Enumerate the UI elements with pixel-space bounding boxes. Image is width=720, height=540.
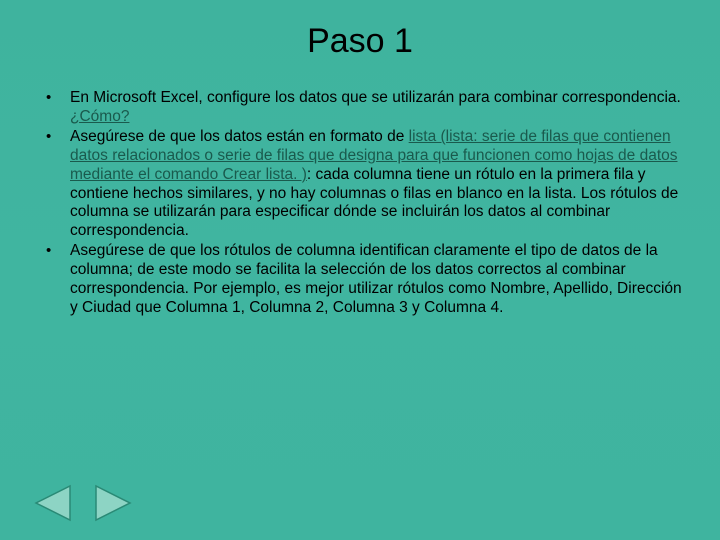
list-item: Asegúrese de que los rótulos de columna … bbox=[38, 242, 682, 318]
arrow-left-icon bbox=[30, 480, 76, 526]
next-arrow-button[interactable] bbox=[90, 480, 136, 526]
bullet-text: En Microsoft Excel, configure los datos … bbox=[70, 89, 681, 106]
slide-title: Paso 1 bbox=[0, 0, 720, 89]
list-item: Asegúrese de que los datos están en form… bbox=[38, 128, 682, 241]
slide-content: En Microsoft Excel, configure los datos … bbox=[0, 89, 720, 318]
prev-arrow-button[interactable] bbox=[30, 480, 76, 526]
how-link[interactable]: ¿Cómo? bbox=[70, 108, 129, 125]
arrow-right-icon bbox=[90, 480, 136, 526]
nav-arrows bbox=[30, 480, 136, 526]
bullet-list: En Microsoft Excel, configure los datos … bbox=[38, 89, 682, 318]
list-item: En Microsoft Excel, configure los datos … bbox=[38, 89, 682, 127]
bullet-text: Asegúrese de que los datos están en form… bbox=[70, 128, 409, 145]
bullet-text: Asegúrese de que los rótulos de columna … bbox=[70, 242, 682, 316]
